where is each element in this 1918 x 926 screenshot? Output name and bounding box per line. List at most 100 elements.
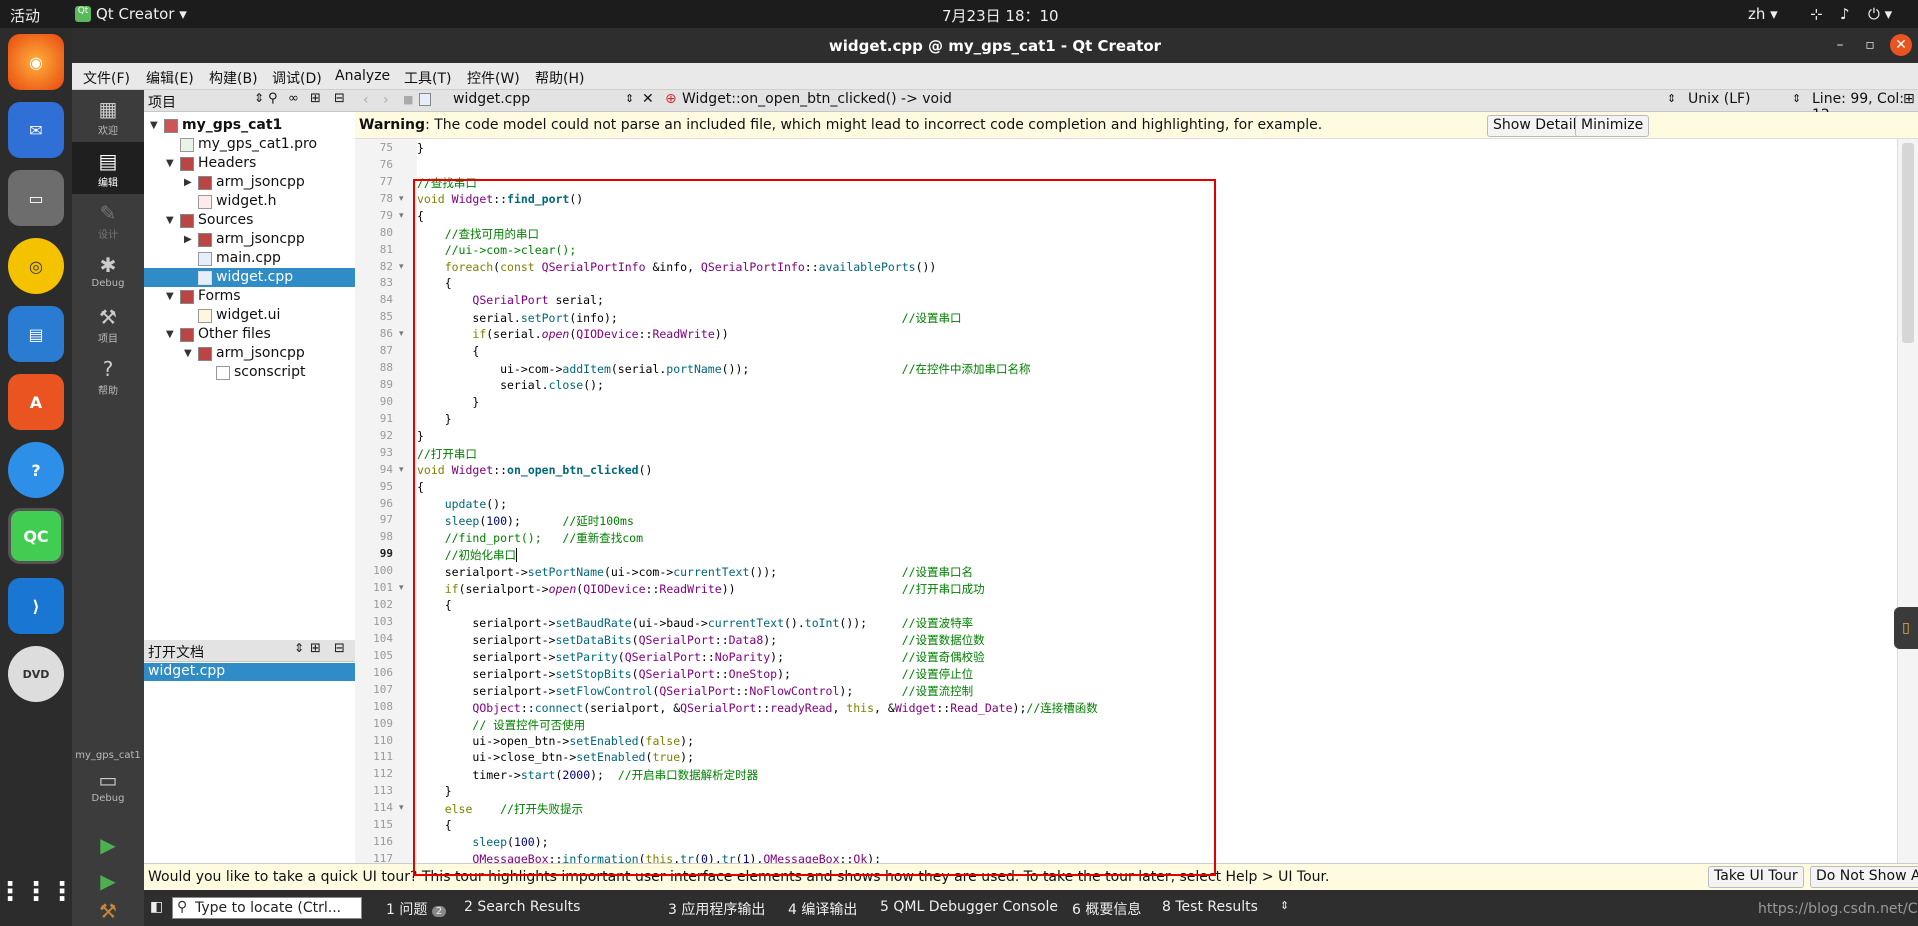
menu-edit[interactable]: 编辑(E): [146, 68, 194, 88]
expand-icon[interactable]: ▼: [166, 329, 174, 340]
issues-tab[interactable]: 1 问题 2: [386, 899, 447, 919]
help-icon[interactable]: ?: [8, 442, 64, 498]
tree-sources[interactable]: Sources: [198, 212, 253, 228]
mode-design[interactable]: ✎ 设计: [72, 194, 144, 246]
more-panes-icon[interactable]: ⇕: [1280, 899, 1289, 912]
code-line[interactable]: serialport->setBaudRate(ui->baud->curren…: [417, 615, 973, 631]
code-line[interactable]: }: [417, 412, 452, 426]
code-line[interactable]: }: [417, 395, 479, 409]
tree-widget-ui[interactable]: widget.ui: [216, 307, 280, 323]
maximize-window-button[interactable]: ▫: [1859, 34, 1881, 56]
fold-marker-icon[interactable]: ▾: [399, 465, 404, 475]
minimize-warning-button[interactable]: Minimize: [1575, 115, 1650, 137]
tree-main-cpp[interactable]: main.cpp: [216, 250, 281, 266]
build-button[interactable]: ⚒: [72, 898, 144, 926]
debug-run-button[interactable]: ▶: [72, 864, 144, 900]
symbol-selector-arrows-icon[interactable]: ⇕: [1667, 92, 1676, 105]
document-selector-arrows-icon[interactable]: ⇕: [625, 92, 634, 105]
filter-icon[interactable]: ⚲: [268, 91, 278, 106]
close-document-icon[interactable]: ✕: [642, 91, 654, 107]
kit-selector[interactable]: my_gps_cat1 ▭ Debug: [72, 746, 144, 810]
code-line[interactable]: {: [417, 480, 424, 494]
fold-marker-icon[interactable]: ▾: [399, 329, 404, 339]
code-line[interactable]: ui->close_btn->setEnabled(true);: [417, 750, 694, 764]
project-view-selector-icon[interactable]: ⇕: [254, 91, 264, 105]
code-line[interactable]: else //打开失败提示: [417, 801, 583, 817]
power-icon[interactable]: ⏻ ▾: [1868, 5, 1892, 23]
code-line[interactable]: //查找串口: [417, 175, 477, 191]
code-view[interactable]: }//查找串口 void Widget::find_port(){ //查找可用的…: [417, 139, 1897, 863]
expand-icon[interactable]: ▼: [166, 291, 174, 302]
tree-forms[interactable]: Forms: [198, 288, 241, 304]
mode-project[interactable]: ⚒ 项目: [72, 298, 144, 350]
collapse-icon[interactable]: ▶: [184, 177, 192, 188]
expand-icon[interactable]: ▼: [184, 348, 192, 359]
menu-help[interactable]: 帮助(H): [535, 68, 584, 88]
code-line[interactable]: serial.close();: [417, 378, 604, 392]
open-doc-widget-cpp[interactable]: widget.cpp: [148, 663, 225, 679]
language-indicator[interactable]: zh ▾: [1748, 5, 1778, 23]
code-line[interactable]: void Widget::on_open_btn_clicked(): [417, 463, 652, 477]
code-line[interactable]: }: [417, 784, 452, 798]
code-line[interactable]: // 设置控件可否使用: [417, 717, 585, 733]
clock[interactable]: 7月23日 18：10: [942, 5, 1059, 26]
code-line[interactable]: sleep(100); //延时100ms: [417, 513, 634, 529]
code-line[interactable]: ui->com->addItem(serial.portName()); //在…: [417, 361, 1030, 377]
app-output-tab[interactable]: 3 应用程序输出: [668, 899, 765, 919]
close-pane-icon[interactable]: ⊟: [334, 641, 345, 656]
firefox-icon[interactable]: ◉: [8, 34, 64, 90]
apps-grid-icon[interactable]: ⋮⋮⋮: [0, 864, 75, 920]
split-icon[interactable]: ⊞: [310, 91, 321, 106]
menu-file[interactable]: 文件(F): [83, 68, 130, 88]
tree-arm-jsoncpp-other[interactable]: arm_jsoncpp: [216, 345, 305, 361]
code-line[interactable]: {: [417, 818, 452, 832]
fold-marker-icon[interactable]: ▾: [399, 194, 404, 204]
code-line[interactable]: {: [417, 344, 479, 358]
collapse-icon[interactable]: ▶: [184, 234, 192, 245]
menu-analyze[interactable]: Analyze: [335, 68, 390, 84]
code-line[interactable]: QMessageBox::information(this,tr(0),tr(1…: [417, 852, 881, 863]
fold-marker-icon[interactable]: ▾: [399, 211, 404, 221]
code-line[interactable]: ui->open_btn->setEnabled(false);: [417, 734, 694, 748]
code-line[interactable]: //find_port(); //重新查找com: [417, 530, 643, 546]
code-line[interactable]: {: [417, 598, 452, 612]
dvd-icon[interactable]: DVD: [8, 646, 64, 702]
side-tab-icon[interactable]: ▯: [1894, 607, 1918, 649]
fold-marker-icon[interactable]: ▾: [399, 262, 404, 272]
code-line[interactable]: //ui->com->clear();: [417, 243, 577, 257]
code-line[interactable]: {: [417, 209, 424, 223]
tree-arm-jsoncpp-sources[interactable]: arm_jsoncpp: [216, 231, 305, 247]
code-line[interactable]: update();: [417, 497, 507, 511]
search-results-tab[interactable]: 2 Search Results: [464, 899, 580, 915]
code-line[interactable]: timer->start(2000); //开启串口数据解析定时器: [417, 767, 758, 783]
code-line[interactable]: //初始化串口: [417, 547, 518, 563]
close-pane-icon[interactable]: ⊟: [334, 91, 345, 106]
tree-arm-jsoncpp-headers[interactable]: arm_jsoncpp: [216, 174, 305, 190]
qtcreator-icon[interactable]: QC: [8, 508, 64, 564]
code-line[interactable]: void Widget::find_port(): [417, 192, 583, 206]
code-line[interactable]: {: [417, 276, 452, 290]
files-icon[interactable]: ▭: [8, 170, 64, 226]
menu-build[interactable]: 构建(B): [209, 68, 258, 88]
volume-icon[interactable]: ♪: [1840, 5, 1850, 23]
close-window-button[interactable]: ✕: [1890, 34, 1912, 56]
split-editor-icon[interactable]: ⊞: [1903, 91, 1915, 107]
code-line[interactable]: serialport->setDataBits(QSerialPort::Dat…: [417, 632, 984, 648]
expand-icon[interactable]: ▼: [150, 120, 158, 131]
minimize-window-button[interactable]: –: [1829, 34, 1851, 56]
tree-headers[interactable]: Headers: [198, 155, 256, 171]
compile-output-tab[interactable]: 4 编译输出: [788, 899, 857, 919]
mode-welcome[interactable]: ▦ 欢迎: [72, 90, 144, 142]
line-ending-arrows-icon[interactable]: ⇕: [1792, 92, 1801, 105]
network-icon[interactable]: ⊹: [1810, 5, 1823, 23]
take-ui-tour-button[interactable]: Take UI Tour: [1708, 866, 1804, 888]
code-line[interactable]: }: [417, 141, 424, 155]
scrollbar-thumb[interactable]: [1902, 143, 1914, 343]
code-line[interactable]: sleep(100);: [417, 835, 548, 849]
locator-input[interactable]: ⚲ Type to locate (Ctrl...: [172, 897, 362, 919]
tree-project[interactable]: my_gps_cat1: [182, 117, 282, 133]
forward-icon[interactable]: ›: [383, 92, 389, 108]
tree-other-files[interactable]: Other files: [198, 326, 271, 342]
code-line[interactable]: //打开串口: [417, 446, 477, 462]
expand-icon[interactable]: ▼: [166, 158, 174, 169]
